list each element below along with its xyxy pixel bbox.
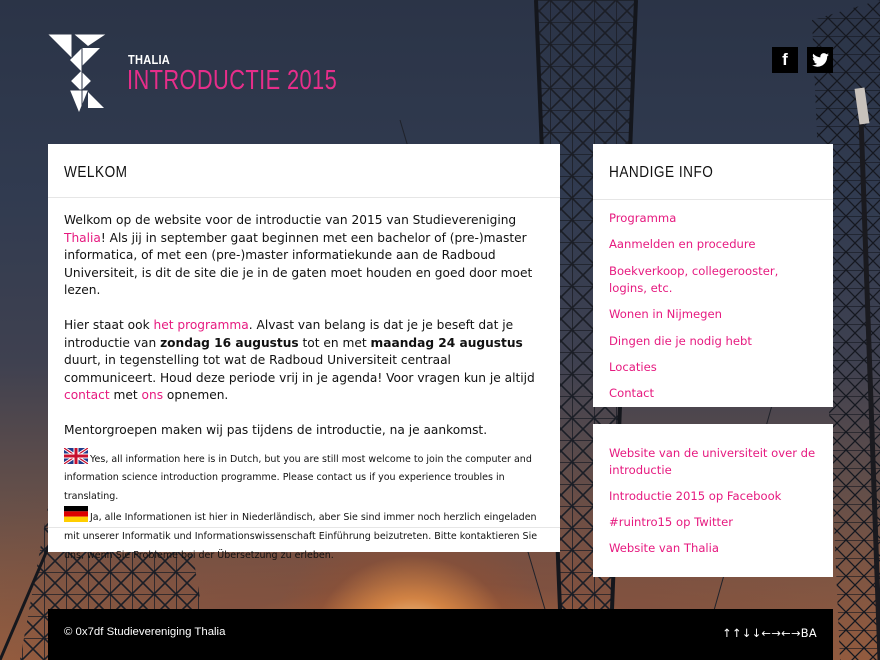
contact-link[interactable]: contact — [64, 388, 110, 402]
end-date: maandag 24 augustus — [370, 335, 523, 350]
welcome-paragraph-1: Welkom op de website voor de introductie… — [64, 213, 533, 298]
handige-info-heading: HANDIGE INFO — [593, 144, 833, 200]
ons-link[interactable]: ons — [142, 388, 164, 402]
link-thalia[interactable]: Website van Thalia — [609, 541, 719, 555]
site-title: INTRODUCTIE 2015 — [127, 64, 338, 95]
card-divider — [48, 527, 560, 528]
thalia-link[interactable]: Thalia — [64, 231, 101, 245]
welcome-body: Welkom op de website voor de introductie… — [48, 198, 560, 565]
link-facebook[interactable]: Introductie 2015 op Facebook — [609, 489, 781, 503]
site-footer: © 0x7df Studievereniging Thalia ↑↑↓↓←→←→… — [48, 609, 833, 660]
uk-flag-icon — [64, 447, 88, 464]
external-link-list: Website van de universiteit over de intr… — [593, 424, 833, 557]
facebook-button[interactable]: f — [772, 47, 798, 73]
list-item: Introductie 2015 op Facebook — [609, 488, 817, 505]
programma-link[interactable]: het programma — [154, 318, 249, 332]
list-item: #ruintro15 op Twitter — [609, 514, 817, 531]
welcome-paragraph-2: Hier staat ook het programma. Alvast van… — [64, 317, 535, 403]
welcome-card: WELKOM Welkom op de website voor de intr… — [48, 144, 560, 561]
start-date: zondag 16 augustus — [160, 335, 299, 350]
german-flag-icon — [64, 506, 88, 523]
link-wonen[interactable]: Wonen in Nijmegen — [609, 307, 722, 321]
link-boekverkoop[interactable]: Boekverkoop, collegerooster, logins, etc… — [609, 264, 778, 295]
twitter-icon — [811, 53, 829, 67]
twitter-button[interactable] — [807, 47, 833, 73]
link-universiteit[interactable]: Website van de universiteit over de intr… — [609, 446, 815, 477]
list-item: Programma — [609, 210, 817, 227]
link-contact[interactable]: Contact — [609, 386, 654, 400]
list-item: Contact — [609, 385, 817, 402]
external-links-card: Website van de universiteit over de intr… — [593, 424, 833, 577]
list-item: Locaties — [609, 359, 817, 376]
link-locaties[interactable]: Locaties — [609, 360, 657, 374]
link-aanmelden[interactable]: Aanmelden en procedure — [609, 237, 756, 251]
welcome-heading: WELKOM — [48, 144, 560, 198]
german-note: Ja, alle Informationen ist hier in Niede… — [64, 506, 544, 565]
link-twitter[interactable]: #ruintro15 op Twitter — [609, 515, 733, 529]
link-programma[interactable]: Programma — [609, 211, 676, 225]
welcome-paragraph-3: Mentorgroepen maken wij pas tijdens de i… — [64, 422, 488, 437]
list-item: Wonen in Nijmegen — [609, 306, 817, 323]
konami-code: ↑↑↓↓←→←→BA — [722, 626, 817, 640]
list-item: Website van Thalia — [609, 540, 817, 557]
list-item: Dingen die je nodig hebt — [609, 333, 817, 350]
list-item: Aanmelden en procedure — [609, 236, 817, 253]
list-item: Website van de universiteit over de intr… — [609, 445, 817, 479]
thalia-tangram-logo[interactable] — [48, 32, 106, 112]
copyright-text: © 0x7df Studievereniging Thalia — [64, 626, 226, 638]
info-link-list: Programma Aanmelden en procedure Boekver… — [593, 200, 833, 402]
facebook-icon: f — [782, 50, 788, 69]
link-dingen[interactable]: Dingen die je nodig hebt — [609, 334, 752, 348]
handige-info-card: HANDIGE INFO Programma Aanmelden en proc… — [593, 144, 833, 407]
list-item: Boekverkoop, collegerooster, logins, etc… — [609, 263, 817, 297]
english-note: Yes, all information here is in Dutch, b… — [64, 447, 544, 507]
